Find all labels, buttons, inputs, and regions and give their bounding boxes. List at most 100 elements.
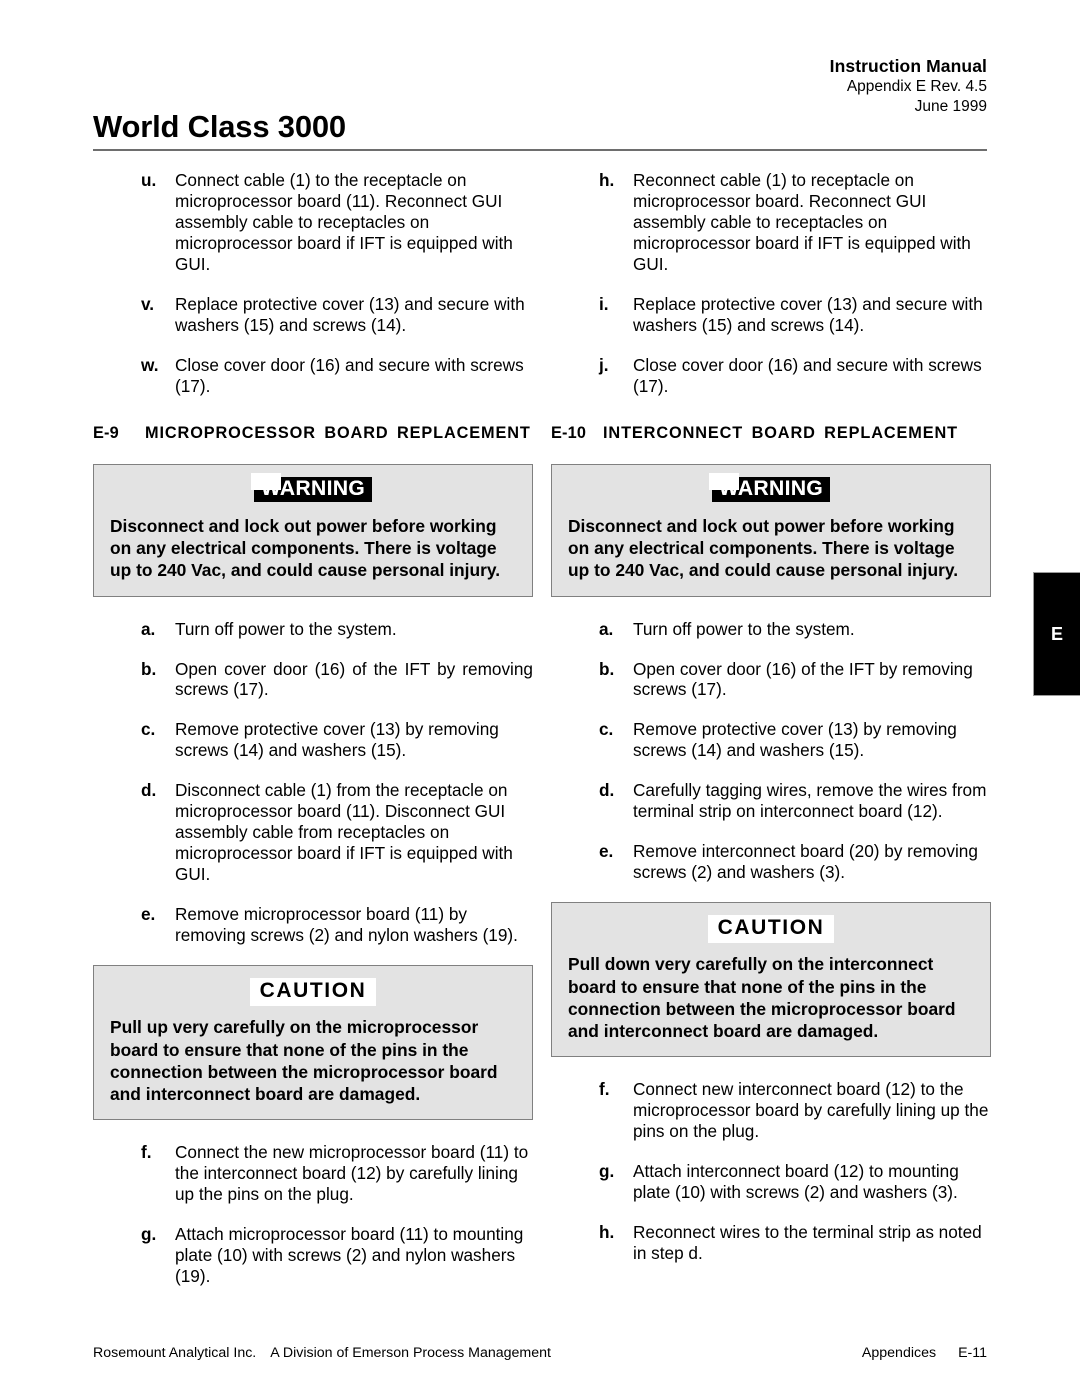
- step-text: Close cover door (16) and secure with sc…: [175, 354, 524, 396]
- step-marker: f.: [599, 1079, 610, 1100]
- step-text: Remove interconnect board (20) by removi…: [633, 841, 978, 883]
- step-text: Connect the new microprocessor board (11…: [175, 1142, 529, 1205]
- list-item: u. Connect cable (1) to the receptacle o…: [93, 170, 533, 275]
- list-item: i. Replace protective cover (13) and sec…: [551, 294, 991, 336]
- step-marker: e.: [141, 904, 156, 925]
- appendix-revision: Appendix E Rev. 4.5: [846, 78, 987, 96]
- list-item: d. Disconnect cable (1) from the recepta…: [93, 780, 533, 885]
- list-item: d. Carefully tagging wires, remove the w…: [551, 780, 991, 822]
- step-text: Open cover door (16) of the IFT by remov…: [633, 658, 973, 700]
- step-text: Remove protective cover (13) by removing…: [633, 719, 957, 761]
- list-item: c. Remove protective cover (13) by remov…: [93, 719, 533, 761]
- step-text: Attach microprocessor board (11) to moun…: [175, 1224, 524, 1287]
- step-marker: b.: [599, 658, 615, 679]
- step-text: Attach interconnect board (12) to mounti…: [633, 1161, 959, 1203]
- list-item: e. Remove interconnect board (20) by rem…: [551, 841, 991, 883]
- step-text: Reconnect cable (1) to receptacle on mic…: [633, 170, 971, 274]
- list-item: g. Attach interconnect board (12) to mou…: [551, 1161, 991, 1203]
- appendix-edge-tab: E: [1033, 572, 1080, 696]
- step-text: Reconnect wires to the terminal strip as…: [633, 1222, 982, 1264]
- page-title: World Class 3000: [93, 109, 346, 144]
- step-marker: h.: [599, 170, 615, 190]
- manual-label: Instruction Manual: [829, 56, 987, 76]
- step-marker: e.: [599, 841, 614, 862]
- caution-box: CAUTION Pull up very carefully on the mi…: [93, 965, 533, 1121]
- list-item: v. Replace protective cover (13) and sec…: [93, 294, 533, 336]
- step-marker: w.: [141, 354, 159, 375]
- step-text: Carefully tagging wires, remove the wire…: [633, 780, 987, 822]
- caution-text: Pull down very carefully on the intercon…: [568, 954, 956, 1042]
- list-item: f. Connect the new microprocessor board …: [93, 1142, 533, 1205]
- warning-banner-bar: WARNING: [250, 472, 373, 503]
- footer-page-number: E-11: [958, 1345, 987, 1361]
- step-marker: j.: [599, 354, 609, 375]
- caution-banner: CAUTION: [110, 978, 516, 1006]
- step-marker: d.: [141, 780, 157, 801]
- warning-box: WARNING Disconnect and lock out power be…: [93, 463, 533, 597]
- step-marker: i.: [599, 293, 609, 314]
- footer-page-block: Appendices E-11: [862, 1345, 987, 1361]
- section-title: MICROPROCESSOR BOARD REPLACEMENT: [145, 423, 531, 442]
- section-title: INTERCONNECT BOARD REPLACEMENT: [603, 423, 959, 442]
- footer-section-label: Appendices: [861, 1345, 937, 1361]
- caution-banner: CAUTION: [568, 915, 974, 944]
- caution-box: CAUTION Pull down very carefully on the …: [551, 902, 991, 1058]
- step-text: Turn off power to the system.: [175, 618, 397, 639]
- list-item: a. Turn off power to the system.: [93, 619, 533, 640]
- warning-banner: WARNING: [568, 472, 974, 503]
- footer-company-block: Rosemount Analytical Inc. A Division of E…: [93, 1345, 551, 1361]
- list-item: w. Close cover door (16) and secure with…: [93, 355, 533, 397]
- warning-banner-label: WARNING: [260, 476, 366, 500]
- list-item: j. Close cover door (16) and secure with…: [551, 355, 991, 397]
- list-item: c. Remove protective cover (13) by remov…: [551, 719, 991, 761]
- header-divider: [93, 149, 987, 151]
- publication-date: June 1999: [914, 98, 987, 116]
- step-text: Replace protective cover (13) and secure…: [633, 293, 983, 335]
- left-column: u. Connect cable (1) to the receptacle o…: [93, 170, 533, 1306]
- step-marker: u.: [141, 170, 157, 190]
- section-number: E-9: [93, 423, 119, 442]
- footer-company: Rosemount Analytical Inc.: [93, 1345, 257, 1361]
- caution-text: Pull up very carefully on the microproce…: [110, 1017, 498, 1105]
- step-marker: a.: [141, 618, 156, 639]
- section-heading-e10: E-10 INTERCONNECT BOARD REPLACEMENT: [551, 423, 991, 444]
- step-marker: h.: [599, 1222, 615, 1243]
- warning-text: Disconnect and lock out power before wor…: [568, 515, 959, 581]
- caution-banner-bar: CAUTION: [707, 915, 835, 944]
- page-footer: Rosemount Analytical Inc. A Division of E…: [93, 1345, 987, 1361]
- list-item: e. Remove microprocessor board (11) by r…: [93, 904, 533, 946]
- list-item: a. Turn off power to the system.: [551, 619, 991, 640]
- list-item: b. Open cover door (16) of the IFT by re…: [551, 659, 991, 701]
- step-text: Replace protective cover (13) and secure…: [175, 293, 525, 335]
- header-meta-block: Instruction Manual Appendix E Rev. 4.5 J…: [830, 55, 987, 117]
- step-marker: a.: [599, 618, 614, 639]
- step-marker: c.: [141, 719, 156, 740]
- step-text: Turn off power to the system.: [633, 618, 855, 639]
- section-heading-e9: E-9 MICROPROCESSOR BOARD REPLACEMENT: [93, 423, 533, 444]
- step-text: Connect new interconnect board (12) to t…: [633, 1079, 989, 1142]
- step-text: Close cover door (16) and secure with sc…: [633, 354, 982, 396]
- page-header: World Class 3000 Instruction Manual Appe…: [93, 55, 987, 145]
- caution-banner-label: CAUTION: [259, 979, 367, 1003]
- step-text: Remove microprocessor board (11) by remo…: [175, 904, 518, 946]
- warning-box: WARNING Disconnect and lock out power be…: [551, 463, 991, 597]
- step-marker: f.: [141, 1142, 152, 1163]
- caution-banner-label: CAUTION: [717, 916, 825, 940]
- footer-division: A Division of Emerson Process Management: [270, 1345, 551, 1361]
- warning-text: Disconnect and lock out power before wor…: [110, 515, 501, 581]
- list-item: b. Open cover door (16) of the IFT by re…: [93, 659, 533, 701]
- step-text: Open cover door (16) of the IFT by remov…: [175, 658, 533, 700]
- caution-banner-bar: CAUTION: [249, 978, 377, 1006]
- step-text: Connect cable (1) to the receptacle on m…: [175, 170, 513, 274]
- section-number: E-10: [551, 423, 587, 442]
- step-marker: g.: [141, 1224, 157, 1245]
- list-item: g. Attach microprocessor board (11) to m…: [93, 1224, 533, 1287]
- step-text: Remove protective cover (13) by removing…: [175, 719, 499, 761]
- list-item: f. Connect new interconnect board (12) t…: [551, 1079, 991, 1142]
- list-item: h. Reconnect cable (1) to receptacle on …: [551, 170, 991, 275]
- document-page: World Class 3000 Instruction Manual Appe…: [0, 0, 1080, 1397]
- step-marker: c.: [599, 719, 614, 740]
- step-text: Disconnect cable (1) from the receptacle…: [175, 780, 513, 885]
- warning-banner-bar: WARNING: [708, 472, 831, 503]
- step-marker: g.: [599, 1161, 615, 1182]
